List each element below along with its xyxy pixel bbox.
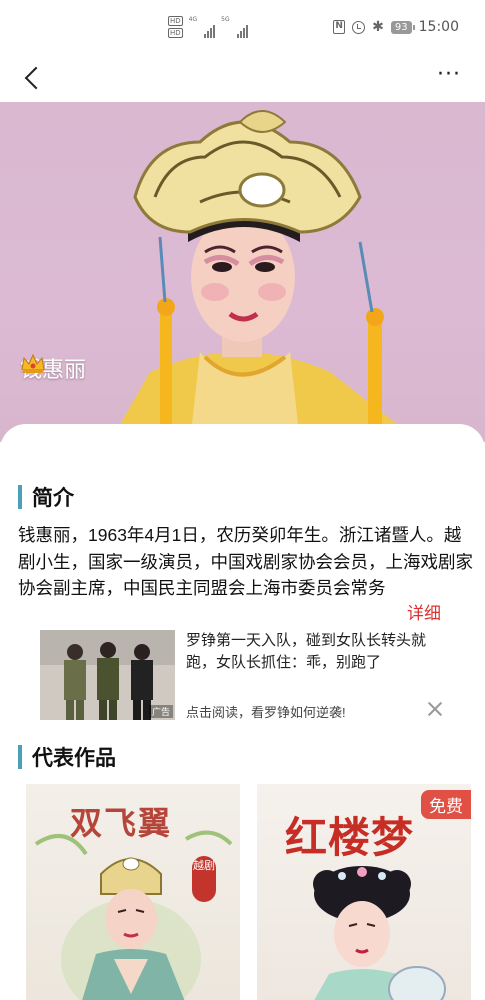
signal-indicators: HD HD 4G 5G <box>168 16 248 38</box>
nfc-icon: N <box>333 20 346 34</box>
top-nav: ··· <box>0 54 485 102</box>
hd-badge: HD <box>168 16 183 26</box>
detail-link[interactable]: 详细 <box>407 599 441 624</box>
works-section-title: 代表作品 <box>18 742 116 772</box>
ad-title[interactable]: 罗铮第一天入队，碰到女队长转头就跑，女队长抓住：乖，别跑了 <box>186 630 444 696</box>
clock: 15:00 <box>418 19 459 35</box>
content-card: 简介 钱惠丽，1963年4月1日，农历癸卯年生。浙江诸暨人。越剧小生，国家一级演… <box>0 424 485 1000</box>
hero-portrait <box>110 110 420 442</box>
network-type: 4G <box>188 16 198 23</box>
ad-image[interactable]: 广告 <box>40 630 175 720</box>
artist-name: 钱惠丽 <box>20 352 86 384</box>
hd-badge: HD <box>168 28 183 38</box>
work-card[interactable]: 红楼梦 免费 <box>257 784 471 1000</box>
more-button[interactable]: ··· <box>437 62 461 87</box>
intro-text: 钱惠丽，1963年4月1日，农历癸卯年生。浙江诸暨人。越剧小生，国家一级演员，中… <box>18 525 473 598</box>
status-bar: HD HD 4G 5G N ✱ 93 15:00 <box>0 0 485 54</box>
status-right: N ✱ 93 15:00 <box>333 19 459 35</box>
work-card[interactable]: 双飞翼 越剧 <box>26 784 240 1000</box>
ad-card[interactable]: 广告 罗铮第一天入队，碰到女队长转头就跑，女队长抓住：乖，别跑了 点击阅读，看罗… <box>40 630 450 722</box>
title-accent-bar <box>18 745 22 769</box>
hero-banner: 钱惠丽 <box>0 102 485 442</box>
network-type: 5G <box>221 16 230 23</box>
ad-label: 广告 <box>148 705 173 718</box>
crown-icon <box>21 353 45 373</box>
work-title: 双飞翼 <box>70 804 173 842</box>
title-accent-bar <box>18 485 22 509</box>
intro-title-text: 简介 <box>32 487 74 510</box>
signal-icon <box>204 24 216 38</box>
free-badge: 免费 <box>421 790 471 819</box>
bluetooth-icon: ✱ <box>372 19 384 35</box>
signal-icon <box>236 24 248 38</box>
works-grid: 双飞翼 越剧 红楼梦 免费 <box>26 784 471 1000</box>
ad-subtitle: 点击阅读，看罗铮如何逆袭! <box>186 705 346 720</box>
alarm-icon <box>352 20 366 34</box>
works-title-text: 代表作品 <box>32 747 116 770</box>
battery-icon: 93 <box>390 20 415 34</box>
intro-section-title: 简介 <box>18 482 74 512</box>
opera-badge: 越剧 <box>192 856 216 902</box>
work-title: 红楼梦 <box>285 813 415 862</box>
hd-badges: HD HD <box>168 16 183 38</box>
close-icon[interactable] <box>426 700 444 718</box>
back-button[interactable] <box>22 64 46 92</box>
